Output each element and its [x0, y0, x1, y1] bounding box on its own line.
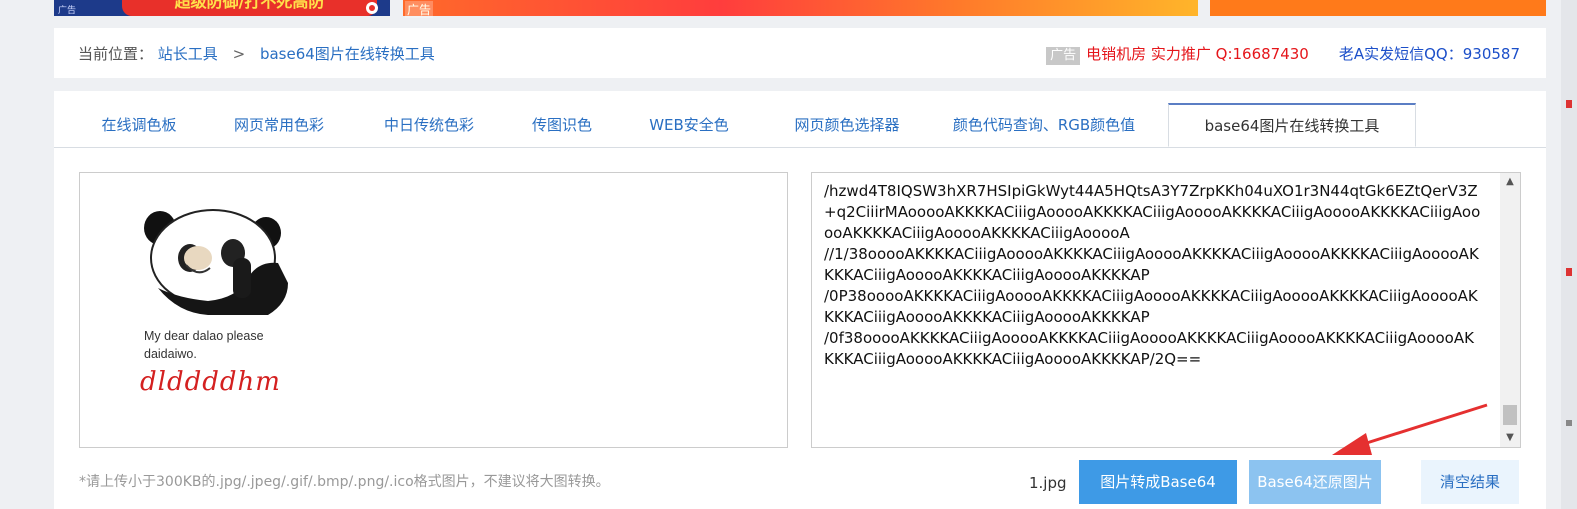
breadcrumb-separator: >	[232, 45, 246, 63]
ad-badge: 广告	[1046, 47, 1081, 65]
selected-file-name[interactable]: 1.jpg	[1029, 474, 1067, 492]
ad-tag: 广告	[58, 6, 77, 16]
top-ad-strip: 广告 超级防御/打不死高防 广告	[0, 0, 1577, 18]
image-to-base64-button[interactable]: 图片转成Base64	[1079, 460, 1237, 504]
clear-results-button[interactable]: 清空结果	[1421, 460, 1519, 504]
base64-to-image-button[interactable]: Base64还原图片	[1249, 460, 1381, 504]
ad-tag: 广告	[405, 1, 434, 18]
ad-banner-right[interactable]	[1210, 0, 1546, 16]
tab-web-safe-colors[interactable]: WEB安全色	[634, 103, 744, 147]
panda-meme-image	[144, 209, 288, 315]
flower-icon	[366, 2, 378, 14]
handwriting-text: dlddddhm	[140, 367, 281, 397]
base64-output-text: /hzwd4T8IQSW3hXR7HSIpiGkWyt44A5HQtsA3Y7Z…	[824, 182, 1481, 368]
ad-links: 广告 电销机房 实力推广 Q:16687430 老A实发短信QQ：930587	[1046, 44, 1520, 65]
ad-banner-left[interactable]: 广告 超级防御/打不死高防	[54, 0, 390, 16]
tab-color-palette[interactable]: 在线调色板	[84, 103, 194, 147]
edge-marker	[1566, 100, 1572, 108]
ad-banner-left-text: 超级防御/打不死高防	[122, 0, 377, 16]
caption-line-2: daidaiwo.	[144, 347, 197, 361]
breadcrumb: 当前位置： 站长工具 > base64图片在线转换工具	[78, 44, 435, 64]
edge-marker	[1566, 268, 1572, 276]
breadcrumb-label: 当前位置：	[78, 45, 154, 63]
caption-line-1: My dear dalao please	[144, 329, 264, 343]
tab-color-code-lookup[interactable]: 颜色代码查询、RGB颜色值	[939, 103, 1149, 147]
tab-common-web-colors[interactable]: 网页常用色彩	[219, 103, 339, 147]
upload-hint: *请上传小于300KB的.jpg/.jpeg/.gif/.bmp/.png/.i…	[79, 474, 610, 490]
breadcrumb-home-link[interactable]: 站长工具	[158, 45, 218, 63]
scroll-down-icon[interactable]: ▼	[1500, 429, 1520, 447]
edge-marker	[1566, 420, 1572, 426]
right-edge-bar	[1561, 0, 1577, 509]
right-edge-strip	[1546, 0, 1577, 509]
tab-image-color-picker[interactable]: 传图识色	[517, 103, 607, 147]
tab-traditional-colors[interactable]: 中日传统色彩	[369, 103, 489, 147]
image-preview[interactable]: My dear dalao please daidaiwo. dlddddhm	[79, 172, 788, 448]
tab-base64-image-tool[interactable]: base64图片在线转换工具	[1168, 103, 1416, 147]
tab-web-color-selector[interactable]: 网页颜色选择器	[772, 103, 922, 147]
scroll-thumb[interactable]	[1503, 405, 1517, 425]
tab-bar: 在线调色板 网页常用色彩 中日传统色彩 传图识色 WEB安全色 网页颜色选择器 …	[54, 103, 1546, 148]
scroll-up-icon[interactable]: ▲	[1500, 173, 1520, 191]
tool-panel: 在线调色板 网页常用色彩 中日传统色彩 传图识色 WEB安全色 网页颜色选择器 …	[54, 91, 1546, 509]
ad-banner-middle[interactable]: 广告	[403, 0, 1198, 18]
breadcrumb-bar: 当前位置： 站长工具 > base64图片在线转换工具 广告 电销机房 实力推广 …	[54, 28, 1546, 78]
ad-link-promo[interactable]: 电销机房 实力推广 Q:16687430	[1086, 45, 1309, 63]
output-scrollbar[interactable]: ▲ ▼	[1500, 173, 1520, 447]
preview-caption: My dear dalao please daidaiwo.	[144, 327, 264, 363]
red-arrow-annotation-icon	[1332, 403, 1488, 455]
ad-link-sms[interactable]: 老A实发短信QQ：930587	[1339, 45, 1520, 63]
breadcrumb-current-link[interactable]: base64图片在线转换工具	[260, 45, 435, 63]
